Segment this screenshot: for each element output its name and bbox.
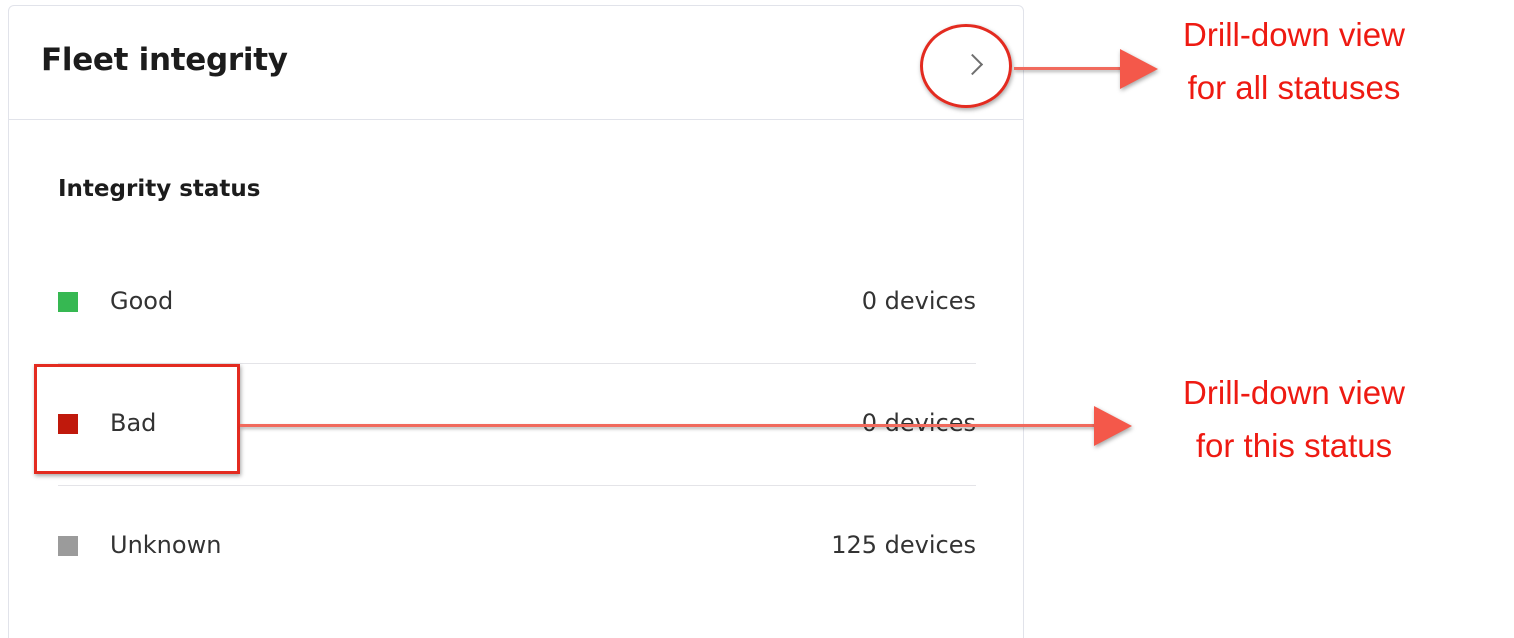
row-divider	[58, 485, 976, 486]
annotation-arrow-line-bottom	[240, 424, 1096, 427]
annotation-line: for all statuses	[1187, 69, 1401, 106]
card-title: Fleet integrity	[41, 42, 288, 78]
annotation-circle-highlight	[920, 24, 1012, 108]
annotation-line: Drill-down view	[1183, 374, 1405, 411]
annotation-box-highlight	[34, 364, 240, 474]
annotation-arrowhead-bottom	[1094, 406, 1132, 446]
annotation-line: Drill-down view	[1183, 16, 1405, 53]
fleet-integrity-card: Fleet integrity Integrity status Good 0 …	[8, 5, 1024, 638]
status-swatch-unknown	[58, 536, 78, 556]
status-label: Good	[110, 287, 174, 315]
card-header: Fleet integrity	[9, 6, 1023, 120]
status-label: Unknown	[110, 531, 222, 559]
status-count: 0 devices	[861, 409, 976, 437]
annotation-text-all-statuses: Drill-down view for all statuses	[1144, 8, 1444, 114]
status-count: 125 devices	[831, 531, 976, 559]
status-count: 0 devices	[861, 287, 976, 315]
status-row-unknown[interactable]: Unknown 125 devices	[58, 516, 976, 576]
section-title: Integrity status	[58, 176, 261, 202]
screenshot-stage: Fleet integrity Integrity status Good 0 …	[0, 0, 1514, 638]
status-swatch-good	[58, 292, 78, 312]
status-row-good[interactable]: Good 0 devices	[58, 272, 976, 332]
annotation-line: for this status	[1195, 427, 1393, 464]
annotation-text-this-status: Drill-down view for this status	[1144, 366, 1444, 472]
annotation-arrow-line-top	[1014, 67, 1124, 70]
